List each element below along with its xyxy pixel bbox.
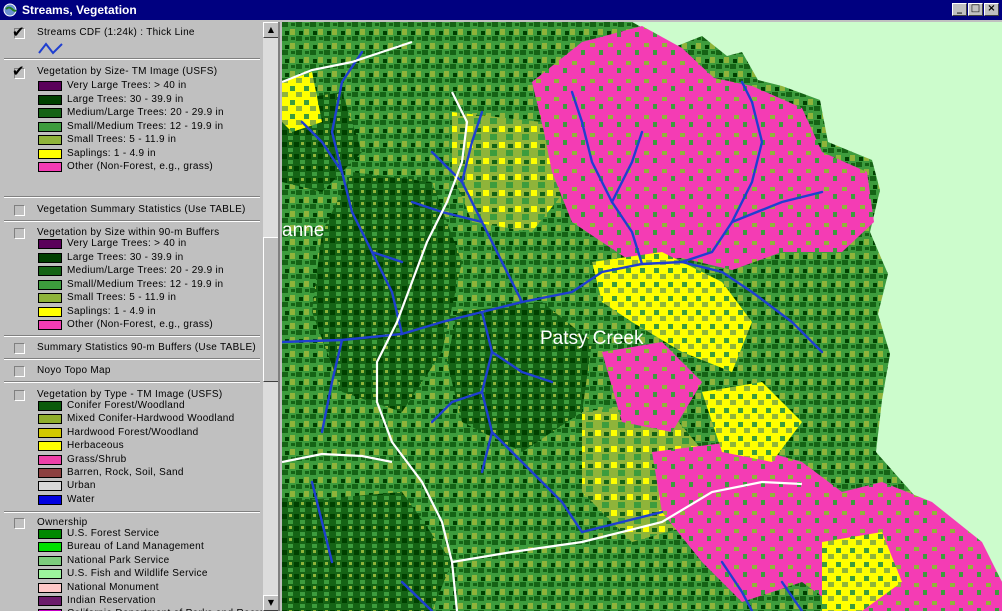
legend-swatch: [38, 427, 62, 438]
legend-swatch: [38, 108, 62, 118]
legend-swatch: [38, 306, 62, 317]
layer-separator: [4, 196, 260, 198]
legend-class-label: Barren, Rock, Soil, Sand: [67, 467, 184, 478]
legend-swatch: [38, 414, 62, 425]
layer-separator: [4, 335, 260, 337]
layer-name-veg-summary[interactable]: Vegetation Summary Statistics (Use TABLE…: [37, 203, 246, 217]
arcview-globe-icon: [3, 3, 17, 17]
legend-class-label: Bureau of Land Management: [67, 541, 205, 553]
legend-swatch: [38, 596, 62, 606]
layer-visibility-checkbox-ownership[interactable]: [14, 518, 25, 529]
legend-class-label: Very Large Trees: > 40 in: [67, 238, 187, 249]
close-button[interactable]: ×: [984, 3, 999, 16]
legend-swatch: [38, 266, 62, 276]
legend-class-label: Small/Medium Trees: 12 - 19.9 in: [67, 278, 224, 290]
legend-class-label: U.S. Forest Service: [67, 528, 160, 539]
legend-swatch: [38, 81, 62, 91]
map-canvas[interactable]: [282, 22, 1002, 611]
legend-class-label: Small/Medium Trees: 12 - 19.9 in: [67, 120, 224, 132]
scroll-down-arrow-icon[interactable]: ▼: [263, 595, 278, 611]
legend-class-label: Other (Non-Forest, e.g., grass): [67, 319, 214, 330]
legend-class-label: Hardwood Forest/Woodland: [67, 426, 199, 438]
map-view[interactable]: Patsy Creek anne: [282, 22, 1002, 611]
layer-visibility-checkbox-topo[interactable]: [14, 366, 25, 377]
scroll-up-arrow-icon[interactable]: ▲: [263, 22, 278, 38]
legend-class-label: Urban: [67, 480, 96, 492]
legend-class-label: Very Large Trees: > 40 in: [67, 80, 187, 91]
legend-swatch: [38, 148, 62, 159]
legend-swatch: [38, 481, 62, 492]
legend-class-label: Mixed Conifer-Hardwood Woodland: [67, 413, 235, 425]
legend-swatch: [38, 293, 62, 303]
legend-swatch: [38, 252, 62, 263]
layer-separator: [4, 381, 260, 383]
layer-separator: [4, 220, 260, 222]
legend-class-label: Other (Non-Forest, e.g., grass): [67, 161, 214, 172]
legend-swatch: [38, 542, 62, 553]
legend-class-label: Grass/Shrub: [67, 453, 127, 465]
legend-vertical-scrollbar[interactable]: ▲ ▼: [263, 22, 278, 611]
legend-class-label: Herbaceous: [67, 440, 124, 452]
table-of-contents-panel: ✔ Streams CDF (1:24k) : Thick Line ✔ Veg…: [0, 22, 280, 611]
maximize-button[interactable]: □: [968, 3, 983, 16]
legend-swatch: [38, 555, 62, 566]
map-label-anne: anne: [282, 220, 325, 241]
legend-class-label: U.S. Fish and Wildlife Service: [67, 568, 208, 580]
layer-separator: [4, 358, 260, 360]
legend-swatch: [38, 162, 62, 172]
minimize-button[interactable]: _: [952, 3, 967, 16]
legend-swatch: [38, 121, 62, 132]
legend-swatch: [38, 529, 62, 539]
layer-visibility-checkbox-veg-buffers[interactable]: [14, 228, 25, 239]
scrollbar-thumb[interactable]: [263, 237, 278, 382]
legend-list: ✔ Streams CDF (1:24k) : Thick Line ✔ Veg…: [0, 22, 262, 611]
legend-class-label: California Department of Parks and Recre…: [67, 607, 262, 611]
legend-swatch: [38, 279, 62, 290]
layer-separator: [4, 511, 260, 513]
layer-name-veg-size[interactable]: Vegetation by Size- TM Image (USFS): [37, 65, 217, 79]
legend-class-label: Water: [67, 493, 95, 505]
legend-swatch: [38, 494, 62, 505]
legend-swatch: [38, 401, 62, 411]
legend-class-label: Indian Reservation: [67, 595, 156, 606]
legend-swatch: [38, 454, 62, 465]
legend-swatch: [38, 441, 62, 452]
layer-name-streams[interactable]: Streams CDF (1:24k) : Thick Line: [37, 26, 195, 40]
legend-swatch: [38, 239, 62, 249]
map-label-patsy-creek: Patsy Creek: [540, 328, 644, 349]
legend-swatch: [38, 569, 62, 580]
legend-class-label: Saplings: 1 - 4.9 in: [67, 147, 156, 159]
legend-swatch: [38, 468, 62, 478]
legend-class-label: National Park Service: [67, 554, 170, 566]
legend-class-label: Small Trees: 5 - 11.9 in: [67, 134, 177, 145]
checkmark-icon: ✔: [12, 23, 25, 41]
window-title: Streams, Vegetation: [22, 3, 137, 17]
legend-class-label: Large Trees: 30 - 39.9 in: [67, 93, 184, 105]
layer-visibility-checkbox-veg-summary[interactable]: [14, 205, 25, 216]
legend-class-label: Large Trees: 30 - 39.9 in: [67, 251, 184, 263]
layer-name-topo[interactable]: Noyo Topo Map: [37, 364, 111, 378]
checkmark-icon: ✔: [12, 62, 25, 80]
legend-swatch: [38, 135, 62, 145]
legend-class-label: Saplings: 1 - 4.9 in: [67, 305, 156, 317]
legend-swatch: [38, 94, 62, 105]
layer-visibility-checkbox-veg-type[interactable]: [14, 390, 25, 401]
legend-class-label: Medium/Large Trees: 20 - 29.9 in: [67, 107, 224, 118]
legend-class-label: National Monument: [67, 581, 159, 593]
layer-separator: [4, 58, 260, 60]
layer-visibility-checkbox-buffer-summary[interactable]: [14, 343, 25, 354]
legend-swatch: [38, 320, 62, 330]
legend-class-label: Small Trees: 5 - 11.9 in: [67, 292, 177, 303]
legend-swatch: [38, 582, 62, 593]
legend-class-label: Conifer Forest/Woodland: [67, 400, 185, 411]
layer-name-buffer-summary[interactable]: Summary Statistics 90-m Buffers (Use TAB…: [37, 341, 256, 355]
legend-class-label: Medium/Large Trees: 20 - 29.9 in: [67, 265, 224, 276]
window-titlebar: Streams, Vegetation _ □ ×: [0, 0, 1002, 20]
